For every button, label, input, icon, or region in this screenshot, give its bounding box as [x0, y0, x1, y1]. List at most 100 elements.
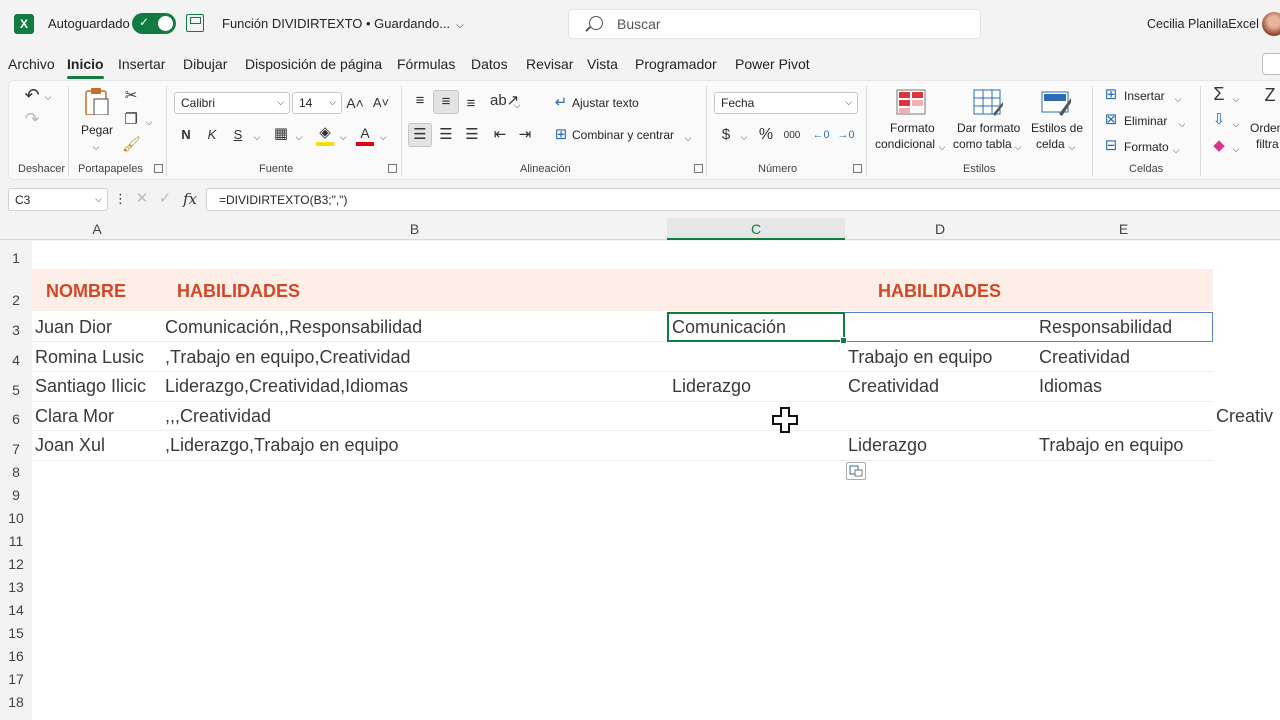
copy-icon[interactable]: ❐ — [122, 111, 140, 129]
tab-disposicion[interactable]: Disposición de página — [245, 56, 382, 72]
paste-button[interactable]: Pegar — [81, 123, 113, 137]
decrease-font-icon[interactable]: A˅ — [372, 94, 390, 112]
autosave-toggle[interactable] — [132, 13, 176, 34]
chevron-down-icon[interactable]: ⌵ — [1230, 90, 1242, 108]
undo-icon[interactable]: ↶ — [22, 86, 42, 104]
orientation-icon[interactable]: ab↗ — [490, 92, 519, 110]
chevron-down-icon[interactable]: ⌵ — [511, 96, 523, 114]
user-name[interactable]: Cecilia PlanillaExcel — [1147, 17, 1259, 31]
cell-a5[interactable]: Santiago Ilicic — [35, 376, 146, 397]
tab-programador[interactable]: Programador — [635, 56, 717, 72]
chevron-down-icon[interactable]: ⌵ — [337, 128, 349, 146]
row-header[interactable]: 10 — [0, 507, 32, 530]
column-header-e[interactable]: E — [1035, 218, 1212, 240]
chevron-down-icon[interactable]: ⌵ — [293, 128, 305, 146]
chevron-down-icon[interactable]: ⌵ — [251, 128, 263, 146]
cut-icon[interactable]: ✂ — [122, 87, 140, 105]
tab-archivo[interactable]: Archivo — [8, 56, 55, 72]
currency-button[interactable]: $ — [718, 126, 734, 144]
number-format-dropdown[interactable]: Fecha ⌵ — [714, 92, 858, 114]
redo-icon[interactable]: ↷ — [22, 110, 42, 128]
row-header[interactable]: 8 — [0, 461, 32, 484]
chevron-down-icon[interactable]: ⌵ — [1230, 115, 1242, 133]
fill-icon[interactable]: ⇩ — [1210, 111, 1228, 129]
chevron-down-icon[interactable]: ⌵ — [682, 129, 694, 147]
dialog-launcher-icon[interactable] — [853, 164, 862, 173]
row-header[interactable]: 7 — [0, 431, 32, 461]
chevron-down-icon[interactable]: ⌵ — [377, 128, 389, 146]
borders-icon[interactable]: ▦ — [272, 125, 290, 143]
row-header[interactable]: 13 — [0, 576, 32, 599]
delete-cells-icon[interactable]: ⊠ — [1102, 111, 1120, 129]
bold-button[interactable]: N — [178, 126, 194, 144]
cell-d7[interactable]: Liderazgo — [848, 435, 927, 456]
align-center-icon[interactable]: ☰ — [436, 126, 456, 144]
italic-button[interactable]: K — [204, 126, 220, 144]
tab-dibujar[interactable]: Dibujar — [183, 56, 227, 72]
dialog-launcher-icon[interactable] — [388, 164, 397, 173]
paste-icon[interactable] — [82, 87, 112, 115]
row-header[interactable]: 18 — [0, 691, 32, 720]
row-header[interactable]: 16 — [0, 645, 32, 668]
sort-filter-icon[interactable]: Z — [1260, 86, 1280, 104]
cell-b4[interactable]: ,Trabajo en equipo,Creatividad — [165, 347, 411, 368]
row-header[interactable]: 6 — [0, 402, 32, 431]
tab-formulas[interactable]: Fórmulas — [397, 56, 455, 72]
fill-color-icon[interactable]: ◈ — [316, 124, 334, 146]
increase-indent-icon[interactable]: ⇥ — [515, 126, 535, 144]
cell-styles-icon[interactable] — [1041, 88, 1071, 116]
header-nombre[interactable]: NOMBRE — [46, 281, 126, 302]
cell-b6[interactable]: ,,,Creatividad — [165, 406, 271, 427]
increase-decimal-icon[interactable]: ←0 — [810, 126, 832, 144]
formula-input[interactable]: =DIVIDIRTEXTO(B3;",") — [206, 188, 1280, 211]
tab-insertar[interactable]: Insertar — [118, 56, 165, 72]
cell-a3[interactable]: Juan Dior — [35, 317, 112, 338]
insert-cells-button[interactable]: Insertar — [1124, 89, 1165, 103]
wrap-text-button[interactable]: Ajustar texto — [572, 96, 639, 110]
tab-power-pivot[interactable]: Power Pivot — [735, 56, 810, 72]
conditional-format-icon[interactable] — [896, 88, 926, 116]
column-header-a[interactable]: A — [32, 218, 162, 240]
more-options-icon[interactable]: ⋮ — [114, 190, 127, 208]
row-header[interactable]: 17 — [0, 668, 32, 691]
chevron-down-icon[interactable]: ⌵ — [143, 113, 155, 131]
chevron-down-icon[interactable]: ⌵ — [1176, 115, 1188, 133]
dialog-launcher-icon[interactable] — [154, 164, 163, 173]
cell-f6[interactable]: Creativ — [1216, 406, 1273, 427]
cell-styles-label-2[interactable]: celda — [1036, 137, 1065, 151]
format-painter-icon[interactable]: 🖌 — [122, 136, 141, 154]
conditional-format-label[interactable]: Formato — [890, 121, 935, 135]
chevron-down-icon[interactable]: ⌵ — [1067, 138, 1077, 156]
save-icon[interactable] — [186, 14, 204, 32]
cell-a4[interactable]: Romina Lusic — [35, 347, 144, 368]
row-header[interactable]: 12 — [0, 553, 32, 576]
cell-c5[interactable]: Liderazgo — [672, 376, 751, 397]
chevron-down-icon[interactable]: ⌵ — [1230, 140, 1242, 158]
select-all-corner[interactable] — [0, 218, 32, 240]
cell-d5[interactable]: Creatividad — [848, 376, 939, 397]
merge-center-icon[interactable]: ⊞ — [552, 126, 570, 144]
wrap-text-icon[interactable]: ↵ — [552, 94, 570, 112]
enter-icon[interactable]: ✓ — [157, 190, 173, 208]
avatar[interactable] — [1262, 12, 1280, 36]
row-header[interactable]: 3 — [0, 312, 32, 342]
insert-cells-icon[interactable]: ⊞ — [1102, 86, 1120, 104]
align-right-icon[interactable]: ☰ — [462, 126, 482, 144]
row-header[interactable]: 4 — [0, 342, 32, 372]
cell-e7[interactable]: Trabajo en equipo — [1039, 435, 1183, 456]
row-header[interactable]: 2 — [0, 269, 32, 312]
cell-styles-label[interactable]: Estilos de — [1031, 121, 1083, 135]
thousands-button[interactable]: 000 — [781, 127, 803, 145]
dialog-launcher-icon[interactable] — [694, 164, 703, 173]
cell-b3[interactable]: Comunicación,,Responsabilidad — [165, 317, 422, 338]
document-title[interactable]: Función DIVIDIRTEXTO • Guardando... ⌵ — [222, 16, 464, 31]
cell-a7[interactable]: Joan Xul — [35, 435, 105, 456]
format-cells-button[interactable]: Formato — [1124, 140, 1169, 154]
conditional-format-label-2[interactable]: condicional — [875, 137, 935, 151]
column-header-b[interactable]: B — [162, 218, 667, 240]
tab-datos[interactable]: Datos — [471, 56, 508, 72]
row-header[interactable]: 5 — [0, 372, 32, 402]
active-cell-selection[interactable] — [667, 312, 847, 344]
comments-button[interactable] — [1262, 53, 1280, 75]
cell-d4[interactable]: Trabajo en equipo — [848, 347, 992, 368]
